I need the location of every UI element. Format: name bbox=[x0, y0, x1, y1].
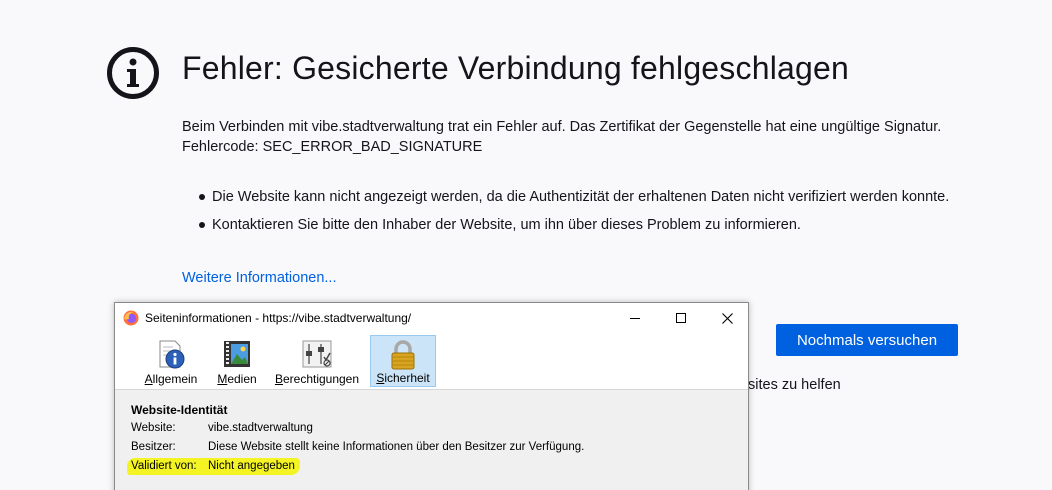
more-info-link[interactable]: Weitere Informationen... bbox=[182, 270, 336, 286]
lock-icon bbox=[391, 340, 415, 370]
info-circle-icon bbox=[107, 47, 159, 99]
firefox-icon bbox=[123, 310, 139, 326]
permissions-icon bbox=[302, 340, 332, 368]
page-title: Fehler: Gesicherte Verbindung fehlgeschl… bbox=[182, 50, 850, 86]
tab-allgemein[interactable]: Allgemein bbox=[141, 335, 201, 387]
field-row-owner: Besitzer: Diese Website stellt keine Info… bbox=[131, 441, 584, 453]
field-value: Diese Website stellt keine Informationen… bbox=[208, 441, 585, 453]
dialog-title: Seiteninformationen - https://vibe.stadt… bbox=[145, 311, 412, 325]
error-description: Beim Verbinden mit vibe.stadtverwaltung … bbox=[182, 119, 942, 155]
tab-berechtigungen[interactable]: Berechtigungen bbox=[271, 335, 363, 387]
close-icon bbox=[721, 312, 733, 324]
minimize-icon bbox=[630, 318, 640, 319]
tab-label: Sicherheit bbox=[376, 371, 430, 385]
field-row-website: Website: vibe.stadtverwaltung bbox=[131, 422, 313, 434]
error-bullet-list: Die Website kann nicht angezeigt werden,… bbox=[199, 187, 952, 243]
partially-hidden-text: sites zu helfen bbox=[748, 377, 841, 393]
dialog-titlebar[interactable]: Seiteninformationen - https://vibe.stadt… bbox=[115, 303, 748, 333]
field-label: Besitzer: bbox=[131, 441, 176, 453]
tab-label: Allgemein bbox=[144, 372, 198, 386]
section-heading: Website-Identität bbox=[131, 403, 228, 417]
dialog-tab-toolbar: Allgemein Medien Berechtigungen Sicherhe… bbox=[115, 333, 748, 389]
maximize-button[interactable] bbox=[658, 303, 704, 333]
list-item: Kontaktieren Sie bitte den Inhaber der W… bbox=[199, 215, 952, 235]
field-value: vibe.stadtverwaltung bbox=[208, 422, 313, 434]
tab-label: Medien bbox=[217, 372, 257, 386]
field-label: Validiert von: bbox=[131, 460, 197, 472]
tab-label: Berechtigungen bbox=[274, 372, 360, 386]
info-icon bbox=[159, 340, 185, 369]
close-button[interactable] bbox=[704, 303, 750, 333]
list-item: Die Website kann nicht angezeigt werden,… bbox=[199, 187, 952, 207]
media-icon bbox=[224, 341, 250, 367]
maximize-icon bbox=[676, 313, 686, 323]
page-info-dialog: Seiteninformationen - https://vibe.stadt… bbox=[114, 302, 749, 490]
minimize-button[interactable] bbox=[612, 303, 658, 333]
security-panel: Website-Identität Website: vibe.stadtverw… bbox=[115, 389, 748, 490]
field-row-verified-by: Validiert von: Nicht angegeben bbox=[131, 460, 295, 472]
tab-medien[interactable]: Medien bbox=[213, 335, 261, 387]
field-value: Nicht angegeben bbox=[208, 460, 295, 472]
retry-button[interactable]: Nochmals versuchen bbox=[776, 324, 958, 356]
tab-sicherheit[interactable]: Sicherheit bbox=[370, 335, 436, 387]
field-label: Website: bbox=[131, 422, 176, 434]
